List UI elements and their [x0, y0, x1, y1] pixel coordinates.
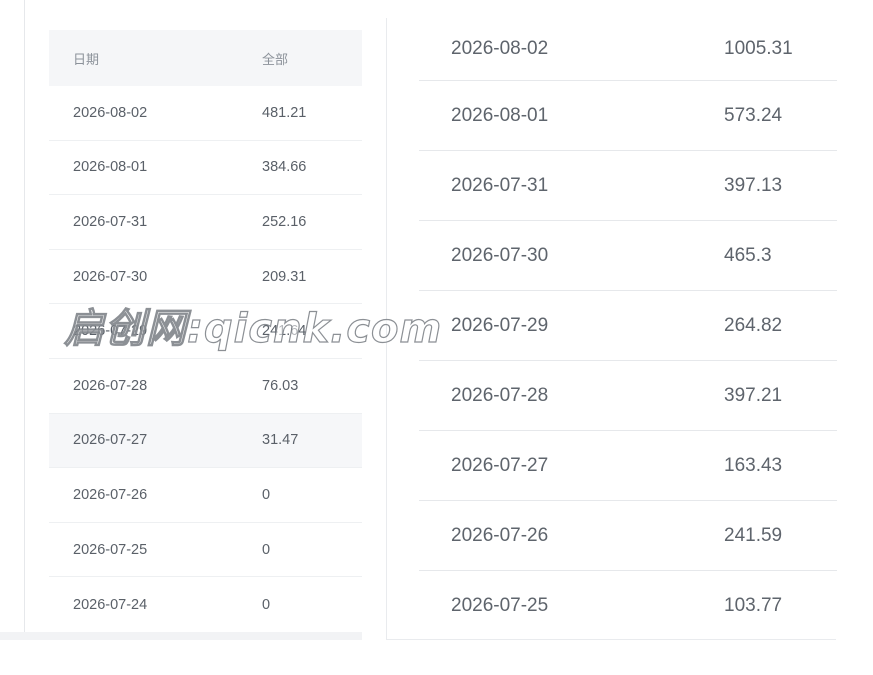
screenshot-canvas: 日期 全部 2026-08-02 481.21 2026-08-01 384.66 20…: [0, 0, 873, 675]
row-date: 2026-07-26: [451, 524, 549, 546]
table-row[interactable]: 2026-07-25 0: [49, 523, 362, 578]
table-row[interactable]: 2026-07-28 397.21: [419, 361, 837, 431]
row-value: 209.31: [262, 268, 307, 285]
table-row[interactable]: 2026-07-25 103.77: [419, 571, 837, 641]
right-panel: 2026-08-02 1005.31 2026-08-01 573.24 2026-07…: [386, 18, 837, 641]
table-row[interactable]: 2026-08-02 481.21: [49, 86, 362, 141]
panel-divider: [24, 0, 25, 632]
row-value: 397.13: [724, 174, 783, 196]
row-value: 241.64: [262, 323, 307, 340]
table-row[interactable]: 2026-07-29 264.82: [419, 291, 837, 361]
row-date: 2026-08-01: [451, 104, 549, 126]
table-row[interactable]: 2026-07-30 465.3: [419, 221, 837, 291]
row-value: 465.3: [724, 244, 772, 266]
left-panel: 日期 全部 2026-08-02 481.21 2026-08-01 384.66 20…: [0, 0, 362, 640]
row-date: 2026-07-31: [73, 213, 148, 230]
row-date: 2026-07-25: [451, 595, 549, 616]
column-header-date[interactable]: 日期: [49, 49, 262, 68]
table-row[interactable]: 2026-08-01 384.66: [49, 141, 362, 196]
table-row[interactable]: 2026-07-26 241.59: [419, 501, 837, 571]
row-date: 2026-07-27: [451, 454, 549, 476]
row-date: 2026-08-01: [73, 159, 148, 176]
row-date: 2026-07-25: [73, 541, 148, 558]
row-date: 2026-08-02: [73, 104, 148, 121]
table-row[interactable]: 2026-07-24 0: [49, 577, 362, 632]
row-value: 241.59: [724, 524, 783, 546]
table-row[interactable]: 2026-07-26 0: [49, 468, 362, 523]
row-value: 252.16: [262, 213, 307, 230]
row-date: 2026-07-27: [73, 432, 148, 449]
row-value: 1005.31: [724, 38, 793, 59]
table-row[interactable]: 2026-07-31 397.13: [419, 151, 837, 221]
row-value: 31.47: [262, 432, 299, 449]
row-value: 76.03: [262, 377, 299, 394]
row-date: 2026-07-24: [73, 596, 148, 613]
row-value: 384.66: [262, 159, 307, 176]
row-date: 2026-07-28: [451, 384, 549, 406]
row-value: 573.24: [724, 104, 783, 126]
right-table-body: 2026-08-02 1005.31 2026-08-01 573.24 2026-07…: [419, 18, 837, 641]
row-value: 397.21: [724, 384, 783, 406]
table-row[interactable]: 2026-07-31 252.16: [49, 195, 362, 250]
table-header: 日期 全部: [49, 30, 362, 86]
left-table-body: 2026-08-02 481.21 2026-08-01 384.66 2026-07-…: [49, 86, 362, 632]
table-row[interactable]: 2026-07-29 241.64: [49, 304, 362, 359]
table-row[interactable]: 2026-08-02 1005.31: [419, 18, 837, 81]
table-row[interactable]: 2026-08-01 573.24: [419, 81, 837, 151]
row-date: 2026-07-31: [451, 174, 549, 196]
panel-bottom-strip: [0, 632, 362, 640]
table-row[interactable]: 2026-07-27 31.47: [49, 413, 362, 469]
row-date: 2026-07-30: [451, 244, 549, 266]
row-value: 163.43: [724, 454, 783, 476]
row-date: 2026-07-26: [73, 486, 148, 503]
row-date: 2026-07-29: [73, 323, 148, 340]
row-value: 264.82: [724, 314, 783, 336]
row-date: 2026-07-30: [73, 268, 148, 285]
row-date: 2026-07-29: [451, 314, 549, 336]
row-value: 0: [262, 486, 271, 503]
table-row[interactable]: 2026-07-30 209.31: [49, 250, 362, 305]
row-date: 2026-08-02: [451, 38, 549, 59]
row-value: 481.21: [262, 104, 307, 121]
row-date: 2026-07-28: [73, 377, 148, 394]
right-data-table: 2026-08-02 1005.31 2026-08-01 573.24 2026-07…: [419, 18, 837, 641]
column-header-all[interactable]: 全部: [262, 49, 362, 68]
table-row[interactable]: 2026-07-28 76.03: [49, 359, 362, 414]
row-value: 0: [262, 596, 271, 613]
row-value: 0: [262, 541, 271, 558]
table-row[interactable]: 2026-07-27 163.43: [419, 431, 837, 501]
left-data-table: 日期 全部 2026-08-02 481.21 2026-08-01 384.66 20…: [49, 30, 362, 632]
row-value: 103.77: [724, 595, 783, 616]
